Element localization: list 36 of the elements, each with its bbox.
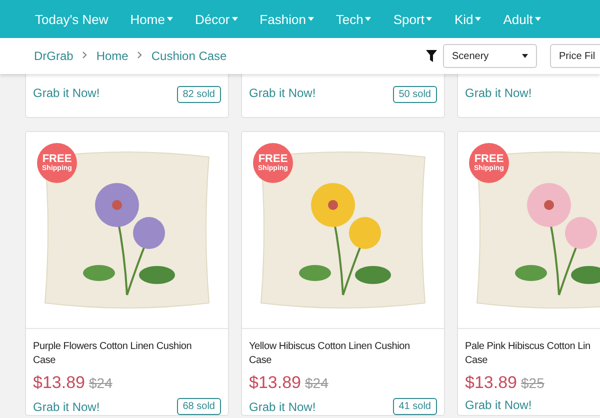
grab-link[interactable]: Grab it Now! — [33, 86, 100, 100]
sale-price: $13.89 — [33, 373, 85, 393]
grab-link[interactable]: Grab it Now! — [465, 86, 532, 100]
category-select[interactable]: Scenery — [443, 44, 537, 68]
sale-price: $13.89 — [465, 373, 517, 393]
price-filter-select[interactable]: Price Fil — [550, 44, 600, 68]
filter-icon — [426, 50, 437, 62]
original-price: $24 — [305, 375, 328, 391]
nav-link[interactable]: Kid — [454, 12, 482, 26]
sold-count: 82 sold — [176, 86, 221, 103]
chevron-icon — [82, 51, 88, 59]
nav-link[interactable]: Fashion — [260, 12, 314, 26]
original-price: $24 — [89, 375, 112, 391]
product-title: Yellow Hibiscus Cotton Linen Cushion Case — [249, 340, 411, 368]
grab-link[interactable]: Grab it Now! — [249, 86, 316, 100]
product-title: Pale Pink Hibiscus Cotton Lin Case — [465, 340, 592, 368]
nav-link[interactable]: Today's New — [35, 12, 108, 26]
chevron-icon — [137, 51, 142, 59]
nav-link[interactable]: Tech — [336, 12, 372, 26]
sold-count: 50 sold — [392, 86, 437, 103]
nav-link[interactable]: Adult — [503, 12, 541, 26]
breadcrumb-link[interactable]: Home — [96, 49, 128, 63]
breadcrumb-link[interactable]: Cushion Case — [151, 49, 227, 63]
original-price: $25 — [521, 375, 544, 391]
nav-link[interactable]: Sport — [393, 12, 432, 26]
caret-icon — [522, 54, 528, 58]
nav-link[interactable]: Décor — [194, 12, 238, 26]
sale-price: $13.89 — [249, 373, 301, 393]
grab-link[interactable]: Grab it Now! — [249, 400, 316, 414]
sold-count: 41 sold — [392, 398, 437, 415]
sold-count: 68 sold — [176, 398, 221, 415]
grab-link[interactable]: Grab it Now! — [465, 398, 532, 412]
grab-link[interactable]: Grab it Now! — [33, 400, 100, 414]
breadcrumb-link[interactable]: DrGrab — [34, 49, 74, 63]
nav-link[interactable]: Home — [130, 12, 173, 26]
product-title: Purple Flowers Cotton Linen Cushion Case — [33, 340, 193, 368]
